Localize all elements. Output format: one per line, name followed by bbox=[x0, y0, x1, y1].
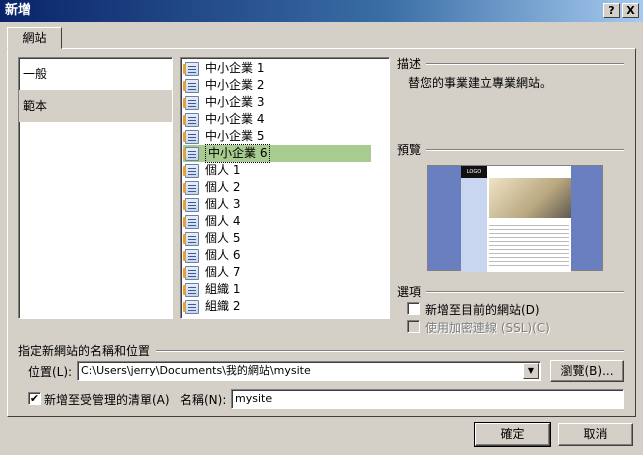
template-label: 個人 5 bbox=[205, 231, 241, 245]
window-title: 新增 bbox=[5, 3, 32, 18]
template-label: 中小企業 5 bbox=[205, 129, 265, 143]
description-heading: 描述 bbox=[397, 57, 422, 71]
template-rows: 中小企業 1 中小企業 2 中小企業 3 中小企業 4 中小企業 5 中小企業 … bbox=[183, 60, 371, 315]
location-heading: 指定新網站的名稱和位置 bbox=[18, 344, 151, 358]
location-label: 位置(L): bbox=[28, 365, 73, 379]
preview-hero-photo bbox=[489, 178, 571, 218]
add-to-current-label[interactable]: 新增至目前的網站(D) bbox=[425, 301, 540, 318]
description-text: 替您的事業建立專業網站。 bbox=[408, 76, 553, 90]
tab-websites[interactable]: 網站 bbox=[7, 27, 62, 49]
preview-page: LOGO bbox=[461, 166, 571, 272]
use-ssl-checkbox bbox=[407, 320, 420, 333]
template-item[interactable]: 個人 3 bbox=[183, 196, 371, 213]
template-icon bbox=[183, 61, 199, 76]
ok-button[interactable]: 確定 bbox=[474, 422, 551, 447]
template-item[interactable]: 中小企業 4 bbox=[183, 111, 371, 128]
preview-body-text bbox=[489, 222, 569, 268]
chevron-down-icon[interactable]: ▼ bbox=[523, 363, 539, 379]
use-ssl-label: 使用加密連線 (SSL)(C) bbox=[425, 321, 550, 335]
template-icon bbox=[183, 180, 199, 195]
options-divider bbox=[426, 291, 624, 293]
template-label: 中小企業 2 bbox=[205, 78, 265, 92]
template-label: 個人 3 bbox=[205, 197, 241, 211]
template-item[interactable]: 中小企業 1 bbox=[183, 60, 371, 77]
template-icon bbox=[183, 248, 199, 263]
preview-heading: 預覽 bbox=[397, 143, 422, 157]
name-input[interactable]: mysite bbox=[231, 389, 624, 409]
template-label: 個人 4 bbox=[205, 214, 241, 228]
template-icon bbox=[183, 129, 199, 144]
template-item[interactable]: 中小企業 5 bbox=[183, 128, 371, 145]
window-titlebar: 新增 ? X bbox=[0, 0, 643, 22]
template-item[interactable]: 個人 2 bbox=[183, 179, 371, 196]
add-to-managed-label[interactable]: 新增至受管理的清單(A) bbox=[44, 391, 170, 408]
add-to-managed-checkbox[interactable]: ✔ bbox=[28, 392, 41, 405]
template-icon bbox=[183, 163, 199, 178]
template-icon bbox=[183, 214, 199, 229]
location-divider bbox=[156, 350, 624, 352]
category-item-templates[interactable]: 範本 bbox=[19, 90, 172, 122]
template-icon bbox=[183, 299, 199, 314]
help-button[interactable]: ? bbox=[603, 3, 620, 18]
template-icon bbox=[183, 265, 199, 280]
template-item[interactable]: 組織 2 bbox=[183, 298, 371, 315]
name-label: 名稱(N): bbox=[180, 393, 227, 407]
template-icon bbox=[183, 95, 199, 110]
template-item[interactable]: 中小企業 2 bbox=[183, 77, 371, 94]
template-item-selected[interactable]: 中小企業 6 bbox=[183, 144, 371, 163]
template-icon bbox=[183, 112, 199, 127]
location-value: C:\Users\jerry\Documents\我的網站\mysite bbox=[81, 364, 311, 377]
template-label: 個人 7 bbox=[205, 265, 241, 279]
template-list[interactable]: 中小企業 1 中小企業 2 中小企業 3 中小企業 4 中小企業 5 中小企業 … bbox=[180, 57, 390, 319]
template-item[interactable]: 個人 6 bbox=[183, 247, 371, 264]
preview-nav bbox=[461, 178, 487, 272]
preview-logo: LOGO bbox=[461, 166, 487, 178]
template-label: 中小企業 6 bbox=[205, 144, 271, 163]
template-label: 個人 6 bbox=[205, 248, 241, 262]
category-list[interactable]: 一般 範本 bbox=[18, 57, 173, 319]
template-item[interactable]: 個人 1 bbox=[183, 162, 371, 179]
template-icon bbox=[183, 282, 199, 297]
template-item[interactable]: 個人 4 bbox=[183, 213, 371, 230]
add-to-current-checkbox[interactable] bbox=[407, 302, 420, 315]
template-label: 中小企業 3 bbox=[205, 95, 265, 109]
description-divider bbox=[426, 63, 624, 65]
template-item[interactable]: 中小企業 3 bbox=[183, 94, 371, 111]
options-heading: 選項 bbox=[397, 285, 422, 299]
preview-divider bbox=[426, 149, 624, 151]
template-label: 個人 2 bbox=[205, 180, 241, 194]
template-item[interactable]: 個人 7 bbox=[183, 264, 371, 281]
template-item[interactable]: 組織 1 bbox=[183, 281, 371, 298]
cancel-button[interactable]: 取消 bbox=[558, 423, 633, 446]
browse-button[interactable]: 瀏覽(B)... bbox=[550, 360, 624, 382]
close-button[interactable]: X bbox=[622, 3, 639, 18]
location-combobox[interactable]: C:\Users\jerry\Documents\我的網站\mysite ▼ bbox=[77, 361, 541, 381]
template-icon bbox=[183, 78, 199, 93]
template-icon bbox=[183, 146, 199, 161]
template-label: 組織 2 bbox=[205, 299, 241, 313]
template-label: 中小企業 1 bbox=[205, 61, 265, 75]
template-icon bbox=[183, 197, 199, 212]
template-label: 中小企業 4 bbox=[205, 112, 265, 126]
template-item[interactable]: 個人 5 bbox=[183, 230, 371, 247]
preview-image: LOGO bbox=[427, 165, 603, 272]
category-item-general[interactable]: 一般 bbox=[19, 58, 172, 90]
template-icon bbox=[183, 231, 199, 246]
template-label: 個人 1 bbox=[205, 163, 241, 177]
template-label: 組織 1 bbox=[205, 282, 241, 296]
